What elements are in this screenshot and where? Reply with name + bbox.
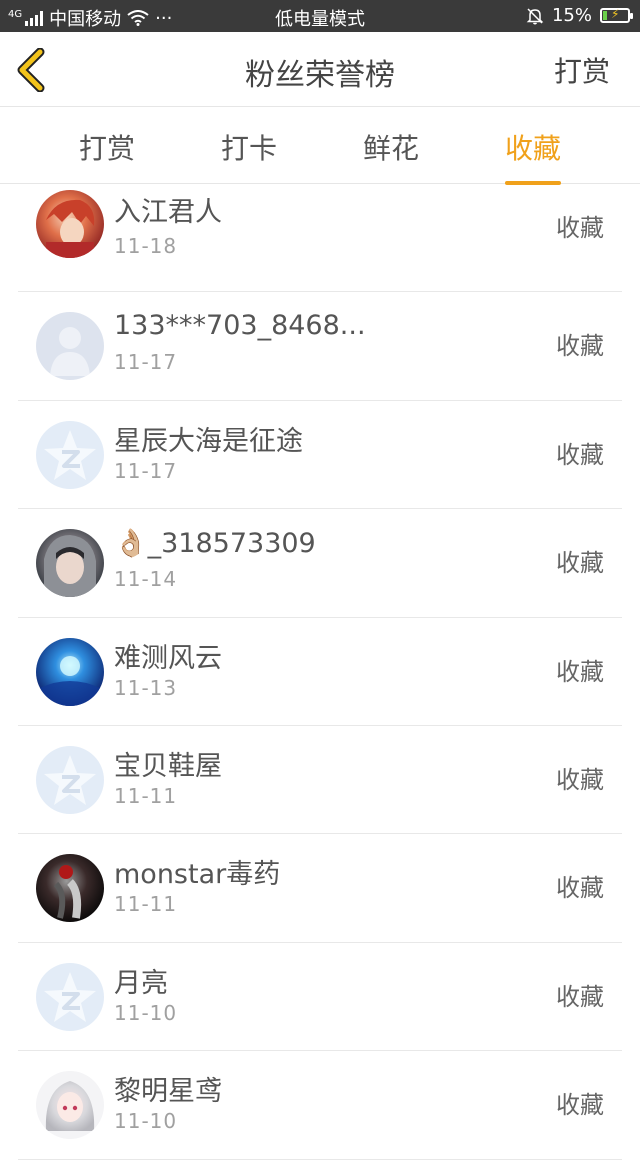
row-divider bbox=[18, 1158, 622, 1160]
tab-reward[interactable]: 打赏 bbox=[79, 127, 135, 167]
page-title: 粉丝荣誉榜 bbox=[245, 58, 395, 93]
avatar[interactable] bbox=[36, 745, 104, 814]
tab-label: 打赏 bbox=[79, 132, 136, 165]
fan-row[interactable]: 133***703_8468... 11-17 收藏 bbox=[0, 292, 640, 401]
fan-row[interactable]: 宝贝鞋屋 11-11 收藏 bbox=[0, 726, 640, 835]
action-label: 收藏 bbox=[556, 982, 604, 1011]
tab-checkin[interactable]: 打卡 bbox=[221, 127, 277, 167]
fan-row[interactable]: 月亮 11-10 收藏 bbox=[0, 943, 640, 1052]
action-label: 收藏 bbox=[556, 657, 604, 686]
action-label: 收藏 bbox=[556, 440, 604, 469]
fan-name: 星辰大海是征途 bbox=[114, 425, 303, 457]
fan-row[interactable]: 👌🏼_318573309 11-14 收藏 bbox=[0, 509, 640, 618]
tab-label: 鲜花 bbox=[363, 132, 420, 165]
avatar[interactable] bbox=[36, 1071, 104, 1140]
fan-date: 11-11 bbox=[114, 783, 178, 808]
action-label: 收藏 bbox=[556, 549, 604, 578]
status-right: 15% ⚡ bbox=[526, 5, 633, 26]
fan-date: 11-17 bbox=[114, 350, 178, 375]
avatar[interactable] bbox=[36, 637, 104, 706]
tab-favorites[interactable]: 收藏 bbox=[505, 127, 562, 185]
fan-list: 入江君人 11-18 收藏 133***703_8468... 11-17 收藏… bbox=[0, 184, 640, 1160]
bell-muted-icon bbox=[526, 7, 544, 24]
fan-name: monstar毒药 bbox=[114, 859, 281, 891]
fan-date: 11-13 bbox=[114, 675, 178, 700]
fan-name: 133***703_8468... bbox=[114, 310, 366, 342]
fan-name: 👌🏼_318573309 bbox=[114, 528, 316, 560]
avatar[interactable] bbox=[36, 529, 104, 598]
fan-row[interactable]: 难测风云 11-13 收藏 bbox=[0, 618, 640, 726]
fan-name: 入江君人 bbox=[114, 197, 222, 228]
fan-date: 11-10 bbox=[114, 1000, 178, 1025]
action-label: 收藏 bbox=[556, 874, 604, 903]
battery-icon: ⚡ bbox=[600, 7, 633, 23]
fan-date: 11-11 bbox=[114, 892, 178, 917]
avatar[interactable] bbox=[36, 420, 104, 489]
fan-row[interactable]: 黎明星鸢 11-10 收藏 bbox=[0, 1051, 640, 1160]
action-label: 收藏 bbox=[556, 765, 604, 794]
tab-label: 打卡 bbox=[221, 132, 278, 165]
action-label: 收藏 bbox=[556, 332, 604, 361]
reward-button[interactable]: 打赏 bbox=[554, 50, 610, 90]
tab-flowers[interactable]: 鲜花 bbox=[363, 127, 419, 167]
fan-row[interactable]: 星辰大海是征途 11-17 收藏 bbox=[0, 401, 640, 510]
fan-name: 月亮 bbox=[114, 967, 168, 999]
avatar[interactable] bbox=[36, 962, 104, 1031]
fan-row[interactable]: monstar毒药 11-11 收藏 bbox=[0, 834, 640, 943]
fan-date: 11-18 bbox=[114, 234, 178, 258]
fan-name: 黎明星鸢 bbox=[114, 1076, 222, 1108]
fan-date: 11-10 bbox=[114, 1109, 178, 1134]
action-label: 收藏 bbox=[556, 214, 604, 242]
battery-percent: 15% bbox=[551, 5, 592, 26]
avatar[interactable] bbox=[36, 854, 104, 923]
avatar[interactable] bbox=[36, 190, 104, 258]
status-bar: 4G 中国移动 ··· 低电量模式 15% ⚡ bbox=[0, 0, 640, 32]
navigation-bar: 粉丝荣誉榜 打赏 bbox=[0, 32, 640, 107]
tab-bar: 打赏 打卡 鲜花 收藏 bbox=[0, 107, 640, 185]
fan-date: 11-14 bbox=[114, 567, 178, 592]
fan-name: 难测风云 bbox=[114, 642, 222, 674]
fan-row[interactable]: 入江君人 11-18 收藏 bbox=[0, 184, 640, 293]
tab-label: 收藏 bbox=[505, 132, 562, 165]
action-label: 收藏 bbox=[556, 1091, 604, 1120]
avatar[interactable] bbox=[36, 312, 104, 381]
fan-name: 宝贝鞋屋 bbox=[114, 750, 222, 782]
fan-date: 11-17 bbox=[114, 458, 178, 483]
